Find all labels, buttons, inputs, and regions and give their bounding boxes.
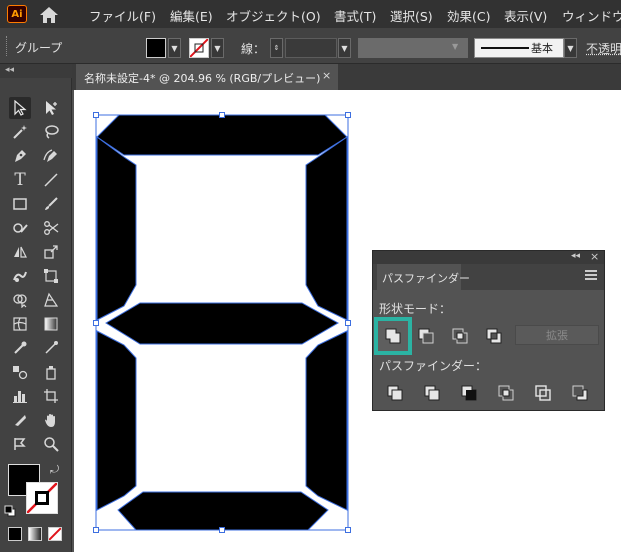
menu-object[interactable]: オブジェクト(O) bbox=[226, 6, 321, 25]
pathfinder-panel-titlebar[interactable] bbox=[373, 251, 604, 264]
selection-handle bbox=[219, 527, 225, 533]
collapse-icon[interactable]: ◂◂ bbox=[5, 65, 14, 75]
slice-tool-icon[interactable] bbox=[9, 409, 31, 431]
menu-view[interactable]: 表示(V) bbox=[504, 6, 547, 25]
pathfinder-close-icon[interactable]: × bbox=[590, 250, 599, 263]
eyedropper-tool-icon[interactable] bbox=[9, 337, 31, 359]
mesh-tool-icon[interactable] bbox=[9, 313, 31, 335]
none-mode-icon[interactable] bbox=[48, 527, 62, 541]
profile-chevron-icon[interactable]: ▼ bbox=[452, 42, 458, 51]
pen-tool-icon[interactable] bbox=[9, 145, 31, 167]
menu-select[interactable]: 選択(S) bbox=[390, 6, 433, 25]
rectangle-tool-icon[interactable] bbox=[9, 193, 31, 215]
selection-type-label: グループ bbox=[15, 41, 63, 55]
segment-top bbox=[96, 114, 348, 156]
segment-lower-left bbox=[96, 330, 137, 511]
crop-icon[interactable] bbox=[494, 381, 518, 405]
outline-icon[interactable] bbox=[531, 381, 555, 405]
zoom-tool-icon[interactable] bbox=[40, 433, 62, 455]
stroke-weight-stepper[interactable]: ⇕ bbox=[270, 38, 283, 58]
toolbox-collapse[interactable]: ◂◂ bbox=[0, 64, 72, 78]
selection-handle bbox=[345, 112, 351, 118]
selection-handle bbox=[345, 527, 351, 533]
opacity-link[interactable]: 不透明 bbox=[586, 40, 621, 57]
hand-tool-icon[interactable] bbox=[40, 409, 62, 431]
puppet-warp-tool-icon[interactable] bbox=[9, 433, 31, 455]
minus-back-icon[interactable] bbox=[568, 381, 592, 405]
magic-wand-tool-icon[interactable] bbox=[9, 121, 31, 143]
symbol-sprayer-tool-icon[interactable] bbox=[40, 361, 62, 383]
stroke-swatch[interactable] bbox=[189, 38, 209, 58]
unite-icon[interactable] bbox=[381, 324, 405, 348]
pathfinders-label: パスファインダー： bbox=[379, 359, 488, 373]
expand-button[interactable]: 拡張 bbox=[515, 325, 599, 345]
control-bar-grip[interactable] bbox=[6, 36, 11, 56]
menu-edit[interactable]: 編集(E) bbox=[170, 6, 213, 25]
fill-swatch[interactable] bbox=[146, 38, 166, 58]
segment-lower-right bbox=[305, 330, 348, 511]
stroke-color-box[interactable] bbox=[26, 482, 58, 514]
panel-menu-icon-bar bbox=[585, 274, 597, 276]
segment-upper-right bbox=[305, 136, 348, 321]
stroke-weight-chevron-icon[interactable]: ▼ bbox=[338, 38, 351, 58]
segment-upper-left bbox=[96, 136, 137, 321]
menu-type[interactable]: 書式(T) bbox=[334, 6, 376, 25]
shape-builder-tool-icon[interactable] bbox=[9, 289, 31, 311]
stroke-dropdown-chevron-icon[interactable]: ▼ bbox=[211, 38, 224, 58]
warp-tool-icon[interactable] bbox=[9, 265, 31, 287]
pathfinder-collapse-icon[interactable]: ◂◂ bbox=[571, 251, 580, 261]
default-colors-icon[interactable] bbox=[4, 502, 16, 517]
menu-window[interactable]: ウィンドウ bbox=[562, 6, 621, 25]
selection-handle bbox=[93, 527, 99, 533]
perspective-grid-tool-icon[interactable] bbox=[40, 289, 62, 311]
merge-icon[interactable] bbox=[457, 381, 481, 405]
menu-file[interactable]: ファイル(F) bbox=[89, 6, 156, 25]
intersect-icon[interactable] bbox=[448, 324, 472, 348]
segment-middle bbox=[105, 302, 340, 345]
stroke-label: 線： bbox=[241, 42, 266, 56]
fill-dropdown-chevron-icon[interactable]: ▼ bbox=[168, 38, 181, 58]
document-tab-close-icon[interactable]: × bbox=[322, 69, 331, 82]
home-icon[interactable] bbox=[39, 6, 59, 24]
brush-stroke-preview bbox=[481, 47, 529, 49]
selection-handle bbox=[219, 112, 225, 118]
color-mode-icon[interactable] bbox=[8, 527, 22, 541]
curvature-tool-icon[interactable] bbox=[40, 145, 62, 167]
brush-name-label: 基本 bbox=[531, 42, 553, 55]
scissors-tool-icon[interactable] bbox=[40, 217, 62, 239]
menu-effect[interactable]: 効果(C) bbox=[447, 6, 490, 25]
document-tab-label: 名称未設定-4* @ 204.96 % (RGB/プレビュー) bbox=[84, 72, 321, 85]
shape-modes-label: 形状モード： bbox=[379, 302, 452, 316]
stroke-weight-input[interactable] bbox=[285, 38, 337, 58]
brush-chevron-icon[interactable]: ▼ bbox=[564, 38, 577, 58]
paintbrush-tool-icon[interactable] bbox=[40, 193, 62, 215]
measure-tool-icon[interactable] bbox=[40, 337, 62, 359]
type-tool-icon[interactable]: T bbox=[9, 169, 31, 191]
exclude-icon[interactable] bbox=[482, 324, 506, 348]
selection-tool-icon[interactable] bbox=[9, 97, 31, 119]
divide-icon[interactable] bbox=[383, 381, 407, 405]
line-segment-tool-icon[interactable] bbox=[40, 169, 62, 191]
lasso-tool-icon[interactable] bbox=[40, 121, 62, 143]
scale-tool-icon[interactable] bbox=[40, 241, 62, 263]
gradient-mode-icon[interactable] bbox=[28, 527, 42, 541]
shaper-tool-icon[interactable] bbox=[9, 217, 31, 239]
free-transform-tool-icon[interactable] bbox=[40, 265, 62, 287]
swap-fill-stroke-icon[interactable]: ⤾ bbox=[50, 463, 59, 477]
app-logo: Ai bbox=[7, 5, 27, 23]
direct-selection-tool-icon[interactable] bbox=[40, 97, 62, 119]
blend-tool-icon[interactable] bbox=[9, 361, 31, 383]
selection-handle bbox=[93, 112, 99, 118]
trim-icon[interactable] bbox=[420, 381, 444, 405]
selection-handle bbox=[93, 320, 99, 326]
segment-bottom bbox=[117, 491, 329, 531]
column-graph-tool-icon[interactable] bbox=[9, 385, 31, 407]
artboard-tool-icon[interactable] bbox=[40, 385, 62, 407]
minus-front-icon[interactable] bbox=[414, 324, 438, 348]
selection-handle bbox=[345, 320, 351, 326]
reflect-tool-icon[interactable] bbox=[9, 241, 31, 263]
gradient-tool-icon[interactable] bbox=[40, 313, 62, 335]
pathfinder-tab-label: パスファインダー bbox=[382, 272, 470, 285]
